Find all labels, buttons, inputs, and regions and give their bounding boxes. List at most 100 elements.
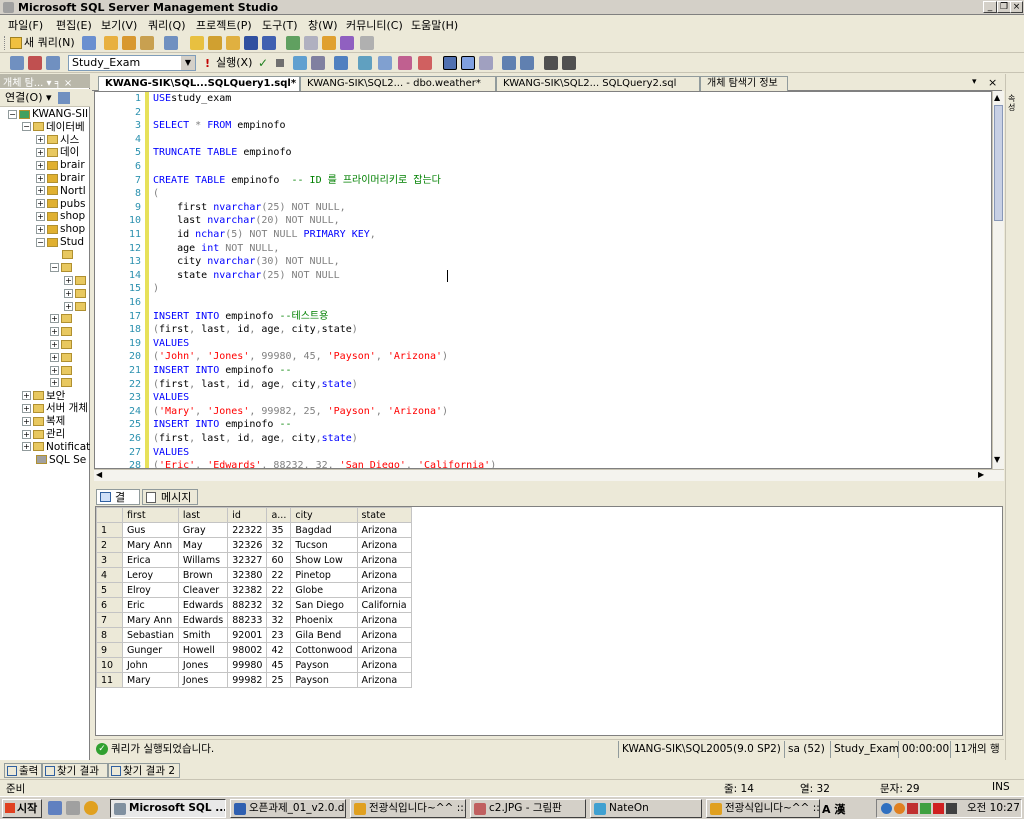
menu-item[interactable]: 커뮤니티(C) (346, 17, 403, 33)
tree-node[interactable]: + 관리 (22, 428, 65, 441)
collapse-icon[interactable]: − (36, 237, 45, 247)
open-project-icon[interactable] (208, 36, 222, 50)
database-select[interactable]: Study_Exam ▼ (68, 55, 196, 71)
tab-results[interactable]: 결과 (96, 489, 140, 519)
expand-icon[interactable]: + (22, 442, 31, 452)
tree-node[interactable]: + (50, 326, 74, 339)
tray-network-icon[interactable] (881, 803, 892, 814)
grid-cell[interactable]: 45 (266, 657, 292, 673)
grid-cell[interactable]: Edwards (177, 612, 229, 628)
tree-node[interactable]: + shop (36, 210, 85, 223)
row-number[interactable]: 8 (96, 627, 123, 643)
tab-find-results-2[interactable]: 찾기 결과 2 (108, 763, 180, 778)
grid-cell[interactable]: Jones (177, 672, 229, 688)
uncomment-icon[interactable] (520, 56, 534, 70)
tree-node[interactable]: + 데이 (36, 146, 79, 159)
sql-editor[interactable]: 1 2 3 4 5 6 7 8 9 10 11 12 13 14 15 16 17 18 19 20 21 22 23 24 2… (94, 91, 992, 469)
expand-icon[interactable]: + (64, 275, 73, 285)
tray-security-icon[interactable] (920, 803, 931, 814)
table-row[interactable]: 4 Leroy Brown 32380 22 Pinetop Arizona (96, 567, 412, 583)
table-row[interactable]: 6 Eric Edwards 88232 32 San Diego California (96, 597, 412, 613)
grid-cell[interactable]: 32327 (227, 552, 268, 568)
grid-cell[interactable]: Arizona (356, 642, 412, 658)
grid-cell[interactable]: 35 (266, 522, 292, 538)
object-explorer-header[interactable]: 개체 탐... ▾ ╕ × (0, 74, 90, 89)
expand-icon[interactable]: + (50, 352, 59, 362)
show-desktop-icon[interactable] (66, 801, 80, 815)
table-row[interactable]: 8 Sebastian Smith 92001 23 Gila Bend Arizona (96, 627, 412, 643)
editor-horizontal-scrollbar[interactable]: ◀ ▶ (94, 469, 1004, 481)
expand-icon[interactable]: + (36, 135, 45, 145)
code-line[interactable]: ('Mary', 'Jones', 99982, 25, 'Payson', '… (153, 405, 448, 419)
tree-node[interactable]: + (64, 274, 88, 287)
save-all-icon[interactable] (262, 36, 276, 50)
tree-node[interactable]: + brair (36, 172, 85, 185)
tree-node[interactable]: + Notificat (22, 441, 90, 454)
menu-item[interactable]: 도구(T) (262, 17, 298, 33)
results-grid-icon[interactable] (443, 56, 457, 70)
menu-item[interactable]: 보기(V) (101, 17, 137, 33)
file-icon[interactable] (82, 36, 96, 50)
results-to-grid-icon[interactable] (461, 56, 475, 70)
comment-icon[interactable] (502, 56, 516, 70)
code-line[interactable]: INSERT INTO empinofo -- (153, 418, 292, 432)
grid-cell[interactable]: Arizona (356, 537, 412, 553)
code-line[interactable]: USEstudy_exam (153, 92, 231, 106)
scroll-left-icon[interactable]: ◀ (96, 470, 102, 479)
column-header[interactable]: a... (266, 507, 292, 523)
tree-node[interactable]: + (50, 338, 74, 351)
expand-icon[interactable]: + (36, 160, 45, 170)
toolbar-options-icon[interactable] (360, 36, 374, 50)
grid-cell[interactable]: 32380 (227, 567, 268, 583)
table-row[interactable]: 5 Elroy Cleaver 32382 22 Globe Arizona (96, 582, 412, 598)
xmla-icon[interactable] (164, 36, 178, 50)
grid-cell[interactable]: California (356, 597, 412, 613)
grid-cell[interactable]: 22 (266, 567, 292, 583)
expand-icon[interactable]: + (36, 173, 45, 183)
grid-cell[interactable]: 32326 (227, 537, 268, 553)
grid-cell[interactable]: Brown (177, 567, 229, 583)
tree-node[interactable]: − KWANG-SII (8, 108, 88, 121)
results-file-icon[interactable] (418, 56, 432, 70)
collapse-icon[interactable]: − (50, 263, 59, 273)
grid-cell[interactable]: Sebastian (122, 627, 179, 643)
close-tab-icon[interactable]: × (988, 76, 997, 89)
code-line[interactable]: state nvarchar(25) NOT NULL (153, 269, 340, 283)
code-line[interactable]: INSERT INTO empinofo -- (153, 364, 292, 378)
connect-dropdown[interactable]: 연결(O) ▾ (0, 89, 90, 107)
minimize-button[interactable]: _ (983, 1, 997, 13)
editor-vertical-scrollbar[interactable]: ▲ ▼ (992, 91, 1004, 469)
expand-icon[interactable]: + (50, 365, 59, 375)
code-line[interactable]: VALUES (153, 446, 189, 460)
grid-cell[interactable]: Jones (177, 657, 229, 673)
restore-button[interactable]: ❐ (997, 1, 1011, 13)
grid-cell[interactable]: Cottonwood (290, 642, 358, 658)
row-number[interactable]: 11 (96, 672, 123, 688)
menu-item[interactable]: 창(W) (308, 17, 338, 33)
connect-icon[interactable] (10, 56, 24, 70)
tree-node[interactable]: + brair (36, 159, 85, 172)
taskbar-item[interactable]: 전광식입니다~^^ ::... (350, 799, 466, 818)
grid-cell[interactable]: 32382 (227, 582, 268, 598)
column-header[interactable]: last (177, 507, 229, 523)
tab-find-results-1[interactable]: 찾기 결과 1 (42, 763, 108, 792)
parse-check-icon[interactable]: ✓ (258, 56, 268, 70)
include-plan-icon[interactable] (358, 56, 372, 70)
expand-icon[interactable]: + (64, 288, 73, 298)
tree-node[interactable]: SQL Se (36, 454, 86, 467)
tab-sqlquery2[interactable]: KWANG-SIK\SQL2... SQLQuery2.sql (496, 76, 700, 91)
grid-cell[interactable]: Howell (177, 642, 229, 658)
scroll-thumb[interactable] (994, 105, 1003, 221)
collapse-icon[interactable]: − (22, 122, 31, 132)
grid-cell[interactable]: 92001 (227, 627, 268, 643)
decrease-indent-icon[interactable] (544, 56, 558, 70)
table-row[interactable]: 10 John Jones 99980 45 Payson Arizona (96, 657, 412, 673)
row-number[interactable]: 5 (96, 582, 123, 598)
clock[interactable]: 오전 10:27 (967, 800, 1020, 817)
code-line[interactable]: SELECT * FROM empinofo (153, 119, 285, 133)
grid-cell[interactable]: 25 (266, 672, 292, 688)
tab-output[interactable]: 출력 (4, 763, 42, 778)
tray-alert-icon[interactable] (907, 803, 918, 814)
tree-node[interactable]: + (64, 300, 88, 313)
scroll-right-icon[interactable]: ▶ (978, 470, 984, 479)
